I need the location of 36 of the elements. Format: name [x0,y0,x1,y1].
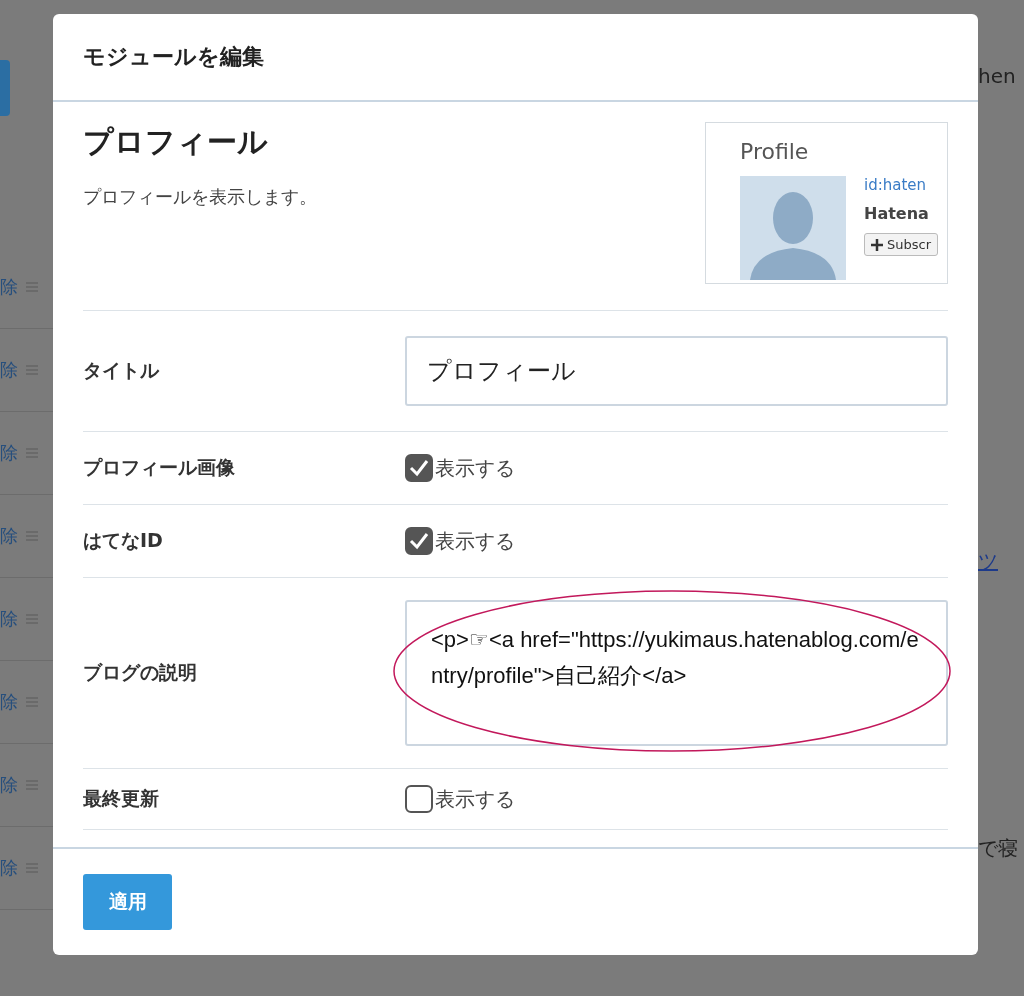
preview-name: Hatena [864,204,930,223]
field-label: ブログの説明 [83,660,198,685]
module-description: プロフィールを表示します。 [83,185,317,209]
preview-heading: Profile [740,139,810,164]
check-icon [409,532,429,550]
background-text: hen [978,64,1017,88]
title-input[interactable]: プロフィール [405,336,948,406]
field-label: 最終更新 [83,786,160,811]
field-label: はてなID [83,528,164,553]
delete-link[interactable]: 除 [0,441,18,465]
dialog-title: モジュールを編集 [83,43,264,71]
checkbox[interactable] [405,527,433,555]
field-label: タイトル [83,358,160,383]
subscribe-label: Subscr [887,237,931,252]
delete-link[interactable]: 除 [0,275,18,299]
preview-id: id:haten [864,176,928,194]
delete-link[interactable]: 除 [0,856,18,880]
plus-icon [871,238,883,251]
delete-link[interactable]: 除 [0,607,18,631]
module-name: プロフィール [83,123,269,161]
delete-link[interactable]: 除 [0,773,18,797]
checkbox-label: 表示する [435,527,515,555]
apply-button[interactable]: 適用 [83,874,172,930]
checkbox[interactable] [405,785,433,813]
check-icon [409,459,429,477]
checkbox-label: 表示する [435,454,515,482]
checkbox[interactable] [405,454,433,482]
background-link[interactable]: ツ [978,548,1024,575]
delete-link[interactable]: 除 [0,524,18,548]
background-text: で寝 [978,835,1019,862]
delete-link[interactable]: 除 [0,358,18,382]
field-label: プロフィール画像 [83,455,236,480]
description-textarea[interactable]: <p>☞<a href="https://yukimaus.hatenablog.com/entry/profile">自己紹介</a> [405,600,948,746]
avatar-silhouette-icon [740,176,846,280]
delete-link[interactable]: 除 [0,690,18,714]
checkbox-label: 表示する [435,785,515,813]
